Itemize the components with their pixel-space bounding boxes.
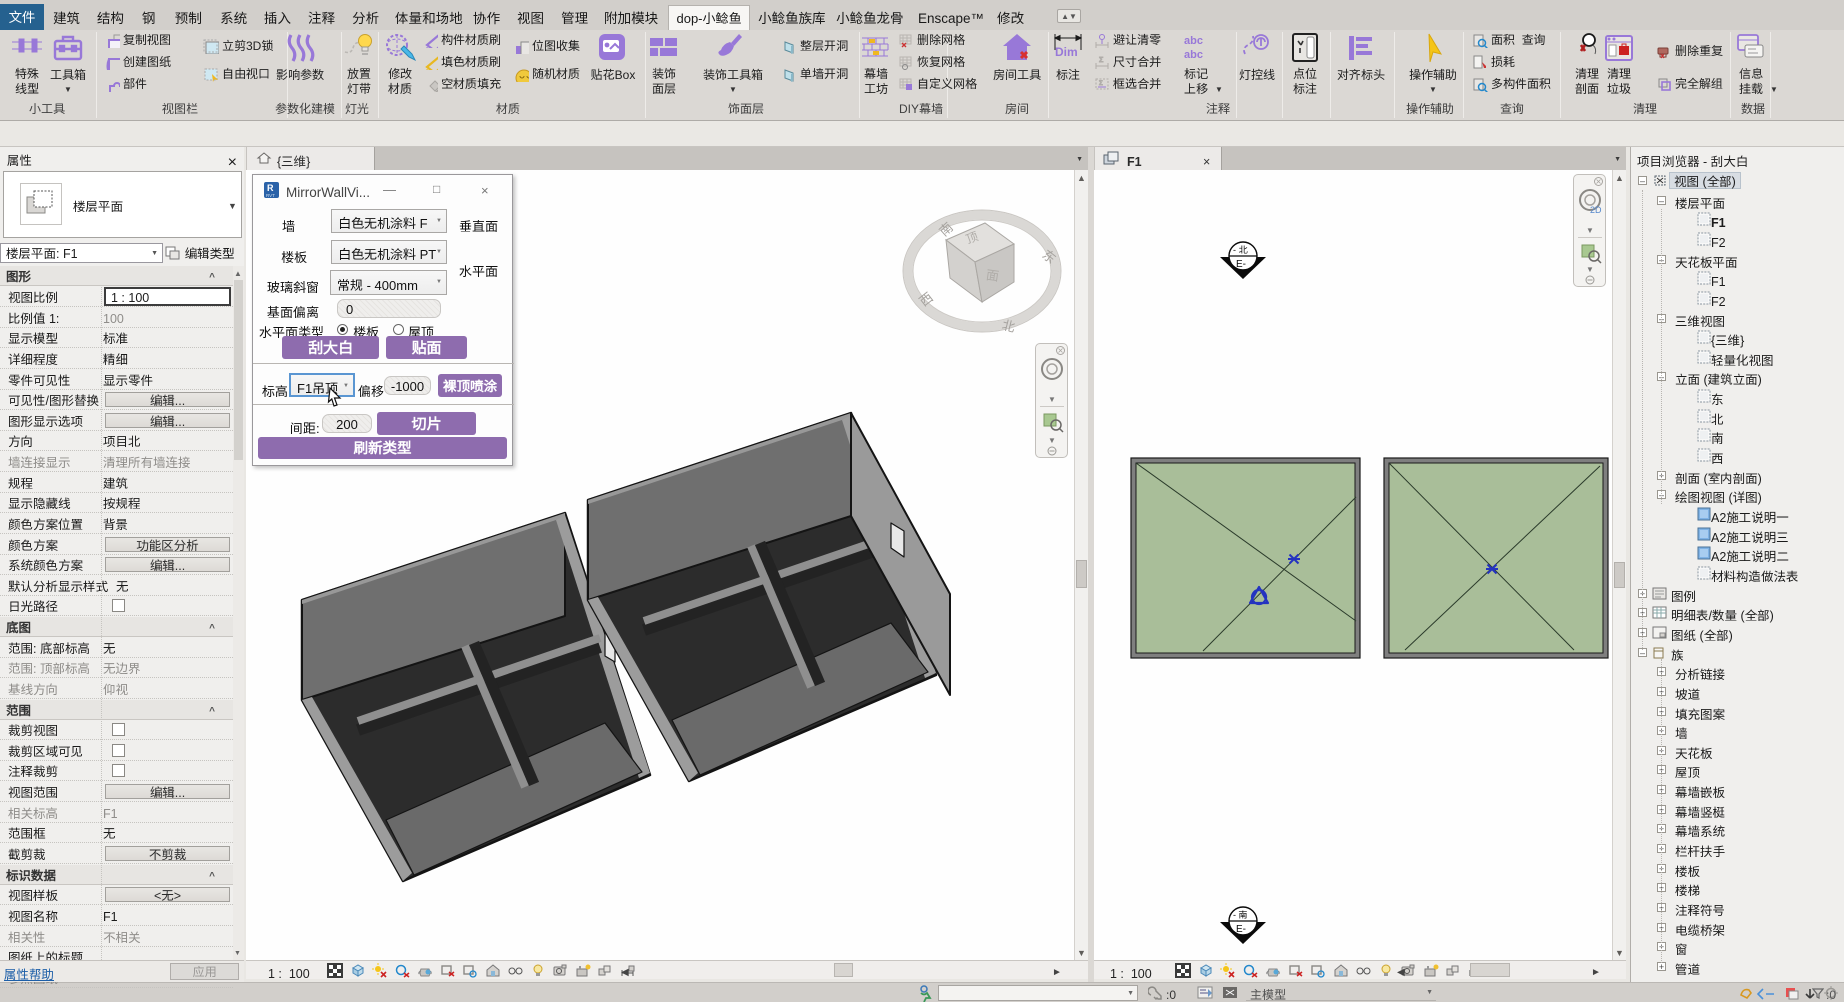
svg-text:北: 北: [1000, 314, 1017, 336]
svg-text:Σ: Σ: [1099, 78, 1103, 87]
svg-text:E-: E-: [1236, 920, 1246, 935]
svg-text:Σ: Σ: [1099, 55, 1104, 65]
svg-text:Dim: Dim: [1055, 45, 1078, 59]
svg-text:2D: 2D: [1590, 203, 1602, 216]
svg-text:abc: abc: [1184, 49, 1203, 61]
svg-text:E-: E-: [1236, 255, 1246, 270]
svg-text:面: 面: [985, 264, 1001, 285]
svg-text:abc: abc: [1184, 35, 1203, 47]
svg-text:R: R: [267, 183, 274, 193]
svg-text:RVT: RVT: [266, 193, 275, 198]
